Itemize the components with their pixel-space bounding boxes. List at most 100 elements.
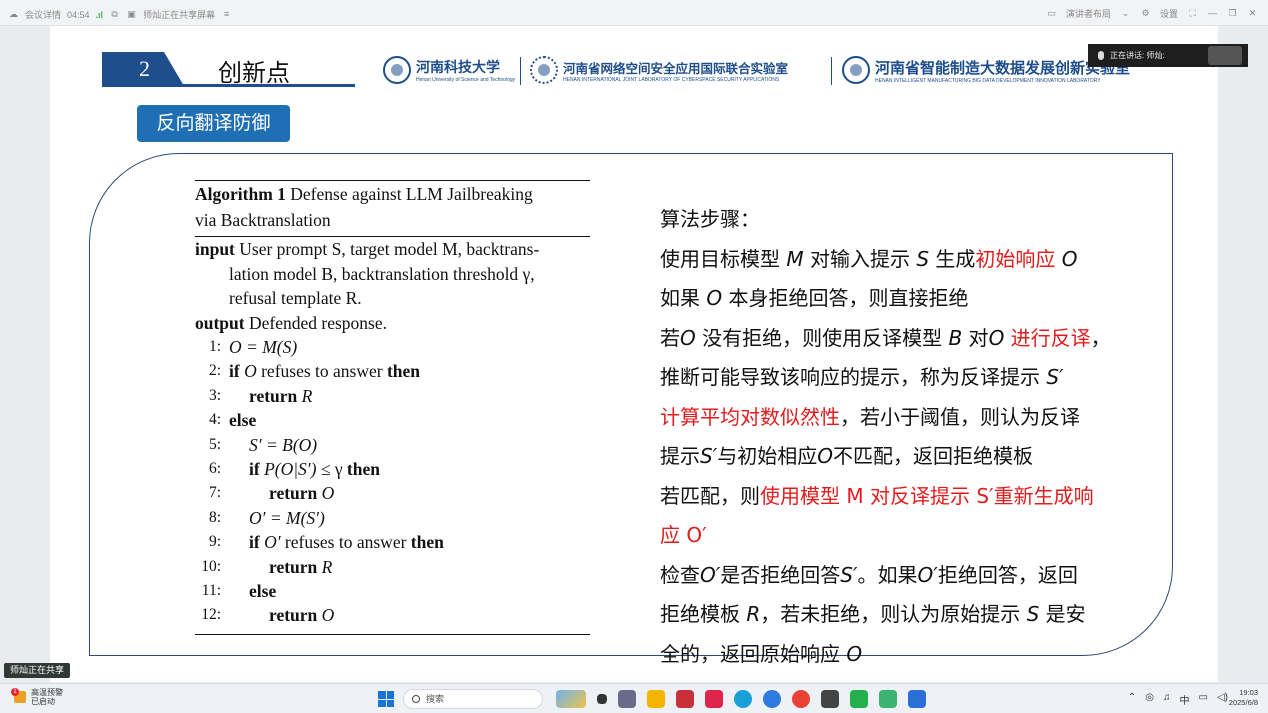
search-placeholder: 搜索 (426, 694, 445, 704)
menu-icon[interactable]: ≡ (221, 10, 232, 19)
algorithm-box: Algorithm 1 Defense against LLM Jailbrea… (195, 180, 590, 635)
speaking-label: 正在讲话: 师灿: (1110, 51, 1165, 60)
algorithm-line: 12: return O (195, 603, 590, 627)
browser-icon[interactable] (763, 690, 781, 708)
algorithm-input-line2: lation model B, backtranslation threshol… (229, 263, 535, 284)
step-line: 使用目标模型 M 对输入提示 S 生成初始响应 O (660, 246, 1078, 271)
meeting-details-link[interactable]: 会议详情 (25, 8, 61, 21)
sharing-status[interactable]: 师灿正在共享屏幕 (143, 8, 215, 21)
algorithm-line: 6: if P(O|S′) ≤ γ then (195, 457, 590, 481)
active-speaker-panel[interactable]: 正在讲话: 师灿: (1088, 44, 1248, 67)
close-icon[interactable]: ✕ (1247, 9, 1258, 18)
search-icon (412, 695, 420, 703)
taskbar-clock[interactable]: 19:03 2025/6/8 (1229, 688, 1258, 708)
input-method-indicator[interactable]: 中 (1180, 692, 1190, 707)
logo-divider (520, 57, 521, 85)
share-screen-icon: ▣ (127, 9, 136, 19)
volume-icon[interactable]: ◁) (1217, 692, 1228, 707)
taskbar-search[interactable]: 搜索 (403, 689, 543, 709)
widget-icon[interactable] (556, 690, 586, 708)
step-line: 应 O′ (660, 523, 707, 547)
weather-title: 高温预警 (31, 688, 63, 697)
logo-henan-university: 河南科技大学 Henan University of Science and T… (383, 56, 515, 84)
step-line: 若O 没有拒绝，则使用反译模型 B 对O 进行反译， (660, 325, 1111, 350)
logo-subtitle: HENAN INTERNATIONAL JOINT LABORATORY OF … (563, 76, 780, 83)
meeting-app-icon[interactable] (879, 690, 897, 708)
line-code: return O (269, 605, 335, 626)
line-code: return R (249, 385, 313, 406)
meeting-icon[interactable]: ☁ (8, 10, 19, 19)
meeting-toolbar: ☁ 会议详情 04:54 .ıl ⧉ ▣ 师灿正在共享屏幕 ≡ ▭ 演讲者布局 … (0, 0, 1268, 26)
logo-name: 河南科技大学 (416, 60, 500, 76)
line-number: 9: (208, 533, 221, 551)
speaker-video-thumbnail (1208, 46, 1242, 65)
logo-manufacturing-lab: 河南省智能制造大数据发展创新实验室 HENAN INTELLIGENT MANU… (842, 56, 1130, 84)
section-title: 创新点 (218, 59, 290, 87)
line-number: 6: (208, 460, 221, 478)
file-explorer-icon[interactable] (647, 690, 665, 708)
task-view-icon[interactable] (597, 694, 607, 704)
fullscreen-icon[interactable]: ⛶ (1187, 9, 1198, 18)
system-tray: ⌃ ◎ ♫ 中 ▭ ◁) (1128, 692, 1228, 707)
youdao-icon[interactable] (705, 690, 723, 708)
line-number: 1: (208, 338, 221, 355)
line-number: 11: (201, 582, 221, 600)
step-line: 全的，返回原始响应 O (660, 641, 863, 666)
display-icon[interactable]: ▭ (1199, 692, 1208, 707)
algorithm-line: 2: if O refuses to answer then (195, 359, 590, 383)
steps-heading: 算法步骤： (660, 207, 760, 231)
title-underline (102, 84, 355, 87)
windows-taskbar: 1 高温预警 已启动 搜索 ⌃ ◎ ♫ 中 ▭ ◁) 19:03 2025/6/… (0, 683, 1268, 713)
microphone-icon[interactable]: ♫ (1163, 692, 1171, 707)
sharing-indicator[interactable]: 师灿正在共享 (4, 663, 71, 678)
step-line: 提示S′与初始相应O不匹配，返回拒绝模板 (660, 444, 1033, 468)
app-icon[interactable] (821, 690, 839, 708)
wechat-icon[interactable] (850, 690, 868, 708)
gear-icon[interactable]: ⚙ (1140, 9, 1151, 18)
network-icon[interactable]: ◎ (1145, 692, 1154, 707)
algorithm-line: 9: if O′ refuses to answer then (195, 530, 590, 554)
line-code: if P(O|S′) ≤ γ then (249, 459, 380, 480)
lab-emblem-icon (530, 56, 558, 84)
line-code: return O (269, 483, 335, 504)
algorithm-steps: 算法步骤： 使用目标模型 M 对输入提示 S 生成初始响应 O 如果 O 本身拒… (660, 200, 1160, 674)
chrome-icon[interactable] (792, 690, 810, 708)
algorithm-line: 10: return R (195, 555, 590, 579)
chevron-down-icon[interactable]: ⌄ (1120, 9, 1131, 18)
signal-icon: .ıl (95, 9, 104, 20)
algorithm-output: output Defended response. (195, 312, 387, 333)
security-app-icon[interactable] (676, 690, 694, 708)
step-line: 检查O′是否拒绝回答S′。如果O′拒绝回答，返回 (660, 562, 1078, 587)
line-number: 8: (208, 508, 221, 526)
weather-widget[interactable]: 1 高温预警 已启动 (11, 688, 63, 706)
speaker-layout-button[interactable]: 演讲者布局 (1066, 7, 1111, 20)
line-code: O = M(S) (229, 337, 298, 357)
line-number: 12: (201, 606, 221, 624)
line-code: S′ = B(O) (249, 434, 318, 455)
line-number: 4: (208, 411, 221, 429)
minimize-icon[interactable]: — (1207, 9, 1218, 18)
line-number: 2: (208, 362, 221, 380)
line-number: 3: (208, 386, 221, 404)
algorithm-line: 5: S′ = B(O) (195, 433, 590, 457)
logo-cyberspace-lab: 河南省网络空间安全应用国际联合实验室 HENAN INTERNATIONAL J… (530, 56, 788, 84)
logo-name: 河南省网络空间安全应用国际联合实验室 (563, 60, 789, 76)
layout-icon[interactable]: ▭ (1046, 9, 1057, 18)
step-line: 若匹配，则使用模型 M 对反译提示 S′重新生成响 (660, 483, 1094, 508)
algorithm-title-line2: via Backtranslation (195, 210, 331, 230)
logo-subtitle: HENAN INTELLIGENT MANUFACTURING BIG DATA… (875, 77, 1101, 84)
chevron-up-icon[interactable]: ⌃ (1128, 692, 1136, 707)
clock-time: 19:03 (1239, 688, 1258, 697)
restore-icon[interactable]: ❐ (1227, 9, 1238, 18)
edge-browser-icon[interactable] (734, 690, 752, 708)
step-line: 拒绝模板 R，若未拒绝，则认为原始提示 S 是安 (660, 602, 1086, 626)
app-icon[interactable] (618, 690, 636, 708)
algorithm-line: 8: O′ = M(S′) (195, 506, 590, 530)
settings-button[interactable]: 设置 (1160, 7, 1178, 20)
popout-icon[interactable]: ⧉ (109, 10, 120, 19)
algorithm-input: input User prompt S, target model M, bac… (195, 239, 540, 259)
algorithm-line: 3: return R (195, 384, 590, 408)
windows-start-icon[interactable] (378, 691, 394, 707)
algorithm-line: 4: else (195, 408, 590, 432)
photos-icon[interactable] (908, 690, 926, 708)
